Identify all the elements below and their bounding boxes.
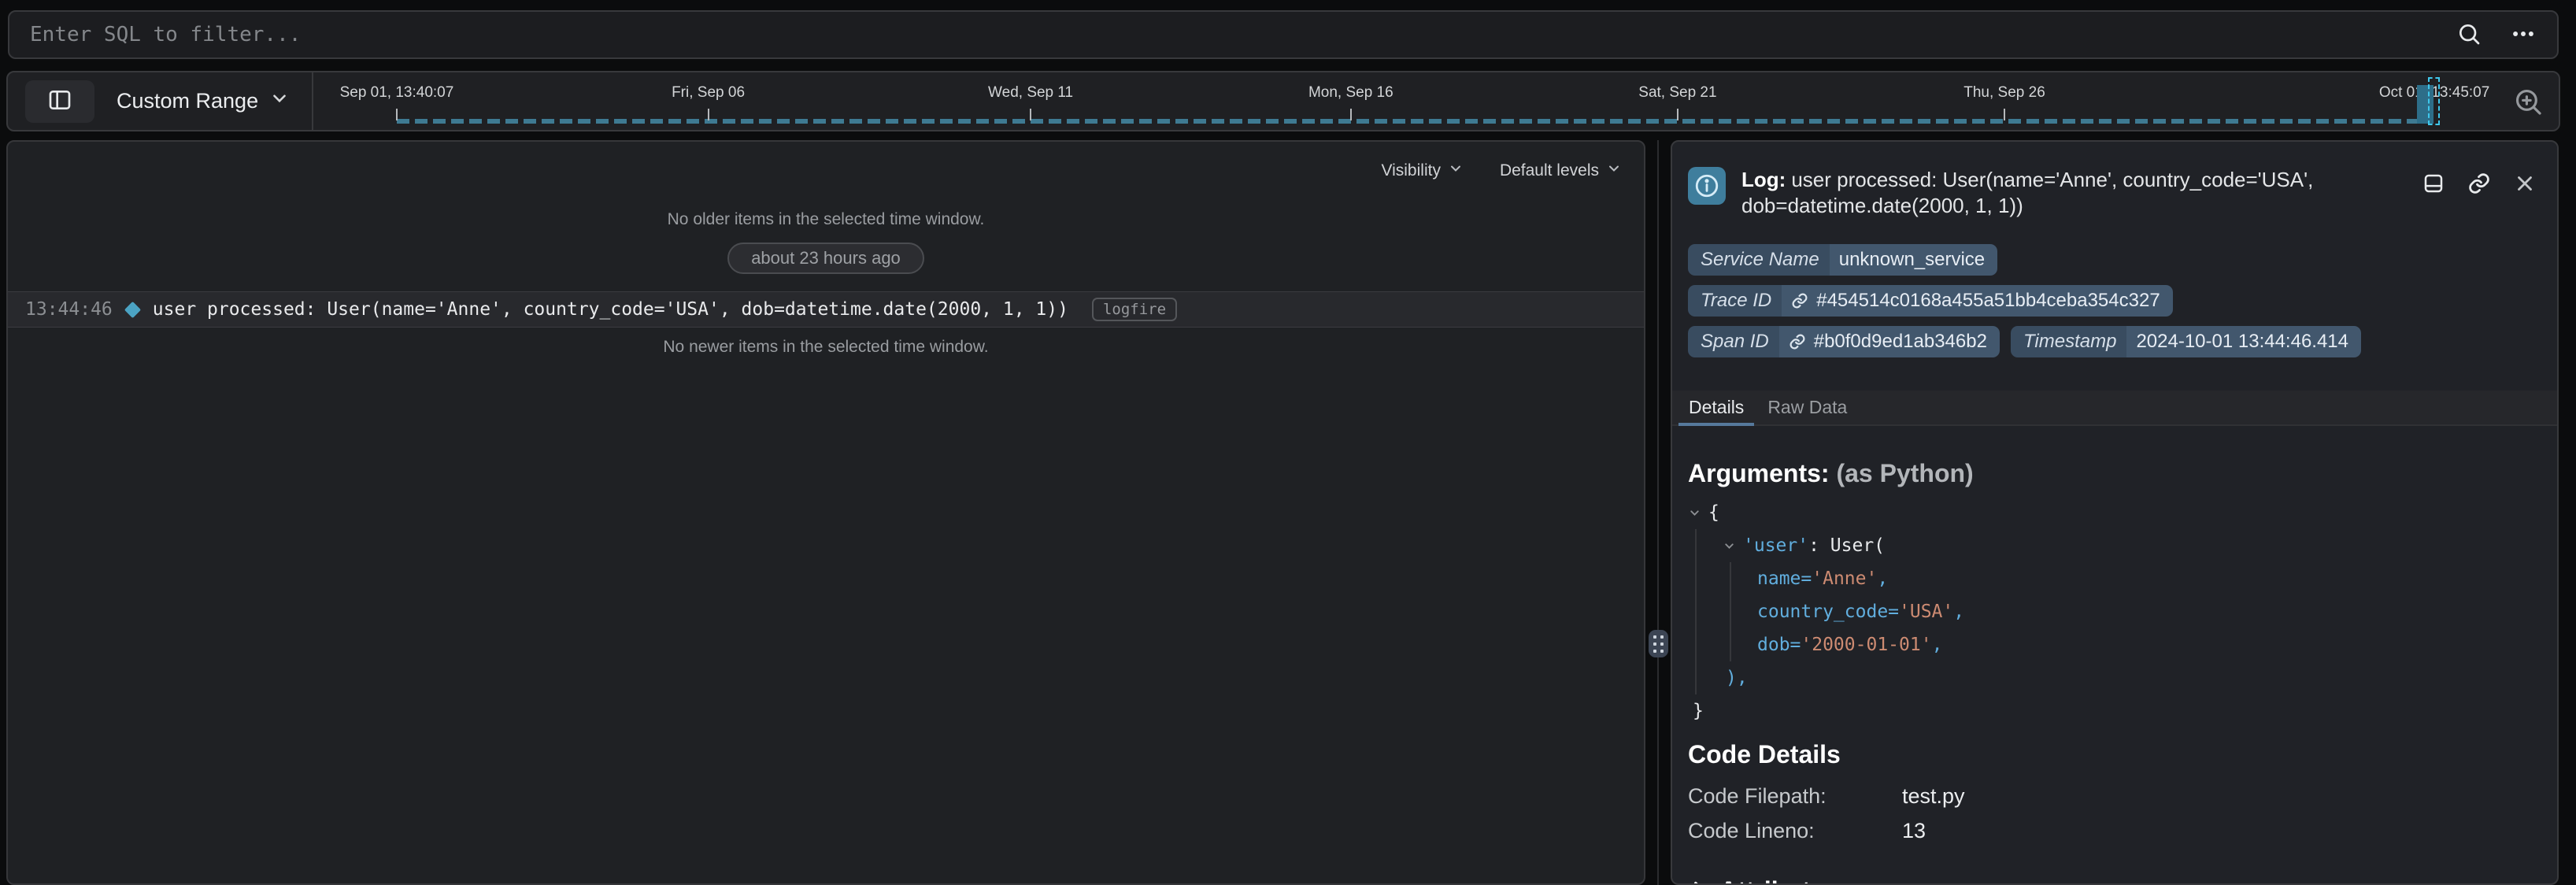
resize-handle[interactable] xyxy=(1649,630,1668,657)
log-list-toolbar: Visibility Default levels xyxy=(8,142,1644,191)
log-detail-panel: Log:user processed: User(name='Anne', co… xyxy=(1671,140,2559,885)
default-levels-label: Default levels xyxy=(1500,161,1599,180)
badge-label: Service Name xyxy=(1688,244,1830,276)
arguments-heading: Arguments: (as Python) xyxy=(1688,459,2537,488)
log-message: user processed: User(name='Anne', countr… xyxy=(153,299,1068,320)
timeline-tick-mark xyxy=(2004,109,2005,120)
badge-value: #454514c0168a455a51bb4ceba354c327 xyxy=(1782,285,2172,317)
detail-actions xyxy=(2422,172,2537,198)
badge-value: #b0f0d9ed1ab346b2 xyxy=(1779,326,2000,357)
default-levels-dropdown[interactable]: Default levels xyxy=(1500,161,1622,181)
code-details-rows: Code Filepath:test.pyCode Lineno:13 xyxy=(1688,779,2537,848)
relative-time-badge: about 23 hours ago xyxy=(727,243,924,274)
collapse-chevron-icon[interactable] xyxy=(1688,506,1708,520)
timeline-axis[interactable]: Sep 01, 13:40:07 Fri, Sep 06 Wed, Sep 11 Mo… xyxy=(313,72,2507,130)
badge-label: Timestamp xyxy=(2011,326,2126,357)
visibility-label: Visibility xyxy=(1381,161,1440,180)
badge-list: Service Nameunknown_service Trace ID #454… xyxy=(1688,244,2487,357)
code-detail-row: Code Filepath:test.py xyxy=(1688,779,2537,813)
detail-title: Log:user processed: User(name='Anne', co… xyxy=(1741,167,2408,219)
link-icon xyxy=(1791,292,1808,309)
chevron-down-icon xyxy=(1448,161,1464,181)
zoom-in-icon[interactable] xyxy=(2513,87,2543,117)
badge-service-name[interactable]: Service Nameunknown_service xyxy=(1688,244,1997,276)
timeline-selection[interactable] xyxy=(2428,77,2440,125)
code-line: country_code='USA', xyxy=(1688,595,2537,628)
log-list-panel: Visibility Default levels No older items… xyxy=(6,140,1645,885)
timeline-tick-label: Mon, Sep 16 xyxy=(1308,84,1393,102)
timeline-histogram-baseline xyxy=(397,119,2417,124)
timeline-tick-mark xyxy=(1030,109,1031,120)
attributes-heading: Attributes xyxy=(1719,876,1838,885)
timeline-tick-mark xyxy=(708,109,709,120)
badge-label: Span ID xyxy=(1688,326,1779,357)
no-newer-items-note: No newer items in the selected time wind… xyxy=(8,337,1644,357)
code-line: 'user': User( xyxy=(1688,529,2537,562)
time-range-label: Custom Range xyxy=(117,89,258,113)
chevron-down-icon xyxy=(1606,161,1622,181)
code-details-heading: Code Details xyxy=(1688,740,2537,769)
attributes-section[interactable]: Attributes xyxy=(1688,876,2537,885)
log-row[interactable]: 13:44:46 user processed: User(name='Anne… xyxy=(8,291,1644,328)
copy-link-icon[interactable] xyxy=(2467,172,2491,198)
close-icon[interactable] xyxy=(2513,172,2537,198)
badge-span-id[interactable]: Span ID #b0f0d9ed1ab346b2 xyxy=(1688,326,2000,357)
info-level-icon xyxy=(1688,167,1726,205)
timeline-tick-mark xyxy=(1350,109,1352,120)
timeline-bar: Custom Range Sep 01, 13:40:07 Fri, Sep 06… xyxy=(6,71,2560,131)
detail-title-message: user processed: User(name='Anne', countr… xyxy=(1741,168,2313,217)
code-line: name='Anne', xyxy=(1688,562,2537,595)
indent-guide xyxy=(1695,529,1697,694)
link-icon xyxy=(1789,333,1806,350)
badge-value: 2024-10-01 13:44:46.414 xyxy=(2126,326,2361,357)
split-view-icon[interactable] xyxy=(2422,172,2445,198)
arguments-code-tree: { 'user': User(name='Anne',country_code=… xyxy=(1688,496,2537,728)
time-range-selector[interactable]: Custom Range xyxy=(117,88,290,114)
timeline-tick-label: Sat, Sep 21 xyxy=(1638,84,1716,102)
ellipsis-icon[interactable] xyxy=(2510,20,2537,50)
badge-value: unknown_service xyxy=(1830,244,1997,276)
timeline-tick-mark xyxy=(1677,109,1678,120)
collapse-chevron-icon[interactable] xyxy=(1723,539,1743,553)
visibility-dropdown[interactable]: Visibility xyxy=(1381,161,1463,181)
badge-timestamp[interactable]: Timestamp2024-10-01 13:44:46.414 xyxy=(2011,326,2361,357)
sql-filter-input[interactable] xyxy=(30,23,2456,46)
chevron-down-icon xyxy=(269,88,290,114)
code-detail-row: Code Lineno:13 xyxy=(1688,813,2537,848)
badge-label: Trace ID xyxy=(1688,285,1782,317)
timeline-tick-label: Sep 01, 13:40:07 xyxy=(340,84,454,102)
detail-header: Log:user processed: User(name='Anne', co… xyxy=(1688,167,2537,219)
timeline-tick-label: Thu, Sep 26 xyxy=(1963,84,2045,102)
code-line: dob='2000-01-01', xyxy=(1688,628,2537,661)
panel-left-icon xyxy=(47,87,72,115)
log-level-diamond-icon xyxy=(124,301,141,317)
sql-filter-bar xyxy=(8,10,2559,59)
timeline-tick-label: Fri, Sep 06 xyxy=(672,84,745,102)
detail-title-kind: Log: xyxy=(1741,168,1786,191)
chevron-right-icon xyxy=(1688,876,1708,885)
no-older-items-note: No older items in the selected time wind… xyxy=(8,209,1644,230)
badge-trace-id[interactable]: Trace ID #454514c0168a455a51bb4ceba354c3… xyxy=(1688,285,2173,317)
panel-resizer xyxy=(1645,140,1671,885)
log-scope-tag: logfire xyxy=(1092,298,1177,321)
timeline-tick-label: Wed, Sep 11 xyxy=(988,84,1073,102)
code-line: } xyxy=(1688,694,2537,728)
code-line: { xyxy=(1688,496,2537,529)
indent-guide xyxy=(1730,562,1731,661)
detail-tabs: DetailsRaw Data xyxy=(1672,391,2557,426)
timeline-tick-mark xyxy=(396,109,398,120)
code-line: ), xyxy=(1688,661,2537,694)
log-timestamp: 13:44:46 xyxy=(25,299,113,320)
tab-details[interactable]: Details xyxy=(1677,391,1756,424)
sidebar-toggle-button[interactable] xyxy=(25,80,94,123)
resizer-line xyxy=(1657,140,1659,885)
tab-raw-data[interactable]: Raw Data xyxy=(1756,391,1859,424)
search-icon[interactable] xyxy=(2456,21,2482,49)
